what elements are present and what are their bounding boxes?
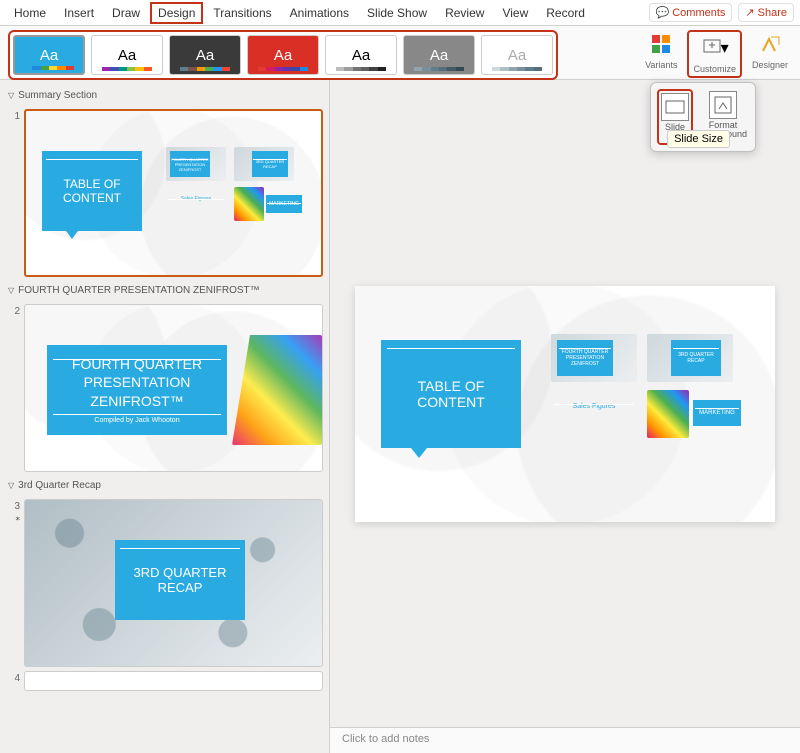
tab-home[interactable]: Home <box>6 2 54 24</box>
format-bg-icon <box>709 91 737 119</box>
theme-gallery: Aa Aa Aa Aa Aa Aa Aa <box>8 30 558 80</box>
slide-thumb-3[interactable]: 3RD QUARTER RECAP <box>24 499 323 667</box>
theme-7[interactable]: Aa <box>481 35 553 75</box>
slide-size-tooltip: Slide Size <box>667 130 730 148</box>
slide-thumb-2[interactable]: FOURTH QUARTER PRESENTATION ZENIFROST™ C… <box>24 304 323 472</box>
slide-panel[interactable]: ▽Summary Section 1 TABLE OF CONTENT FOUR… <box>0 80 330 753</box>
tab-insert[interactable]: Insert <box>56 2 102 24</box>
tab-animations[interactable]: Animations <box>282 2 357 24</box>
slide-thumb-1[interactable]: TABLE OF CONTENT FOURTH QUARTER PRESENTA… <box>24 109 323 277</box>
toc-main-box: TABLE OF CONTENT <box>381 340 521 448</box>
transition-star-icon: ⁎ <box>16 512 21 523</box>
variants-icon <box>647 30 675 58</box>
slide-canvas[interactable]: TABLE OF CONTENT FOURTH QUARTER PRESENTA… <box>355 286 775 522</box>
theme-6[interactable]: Aa <box>403 35 475 75</box>
toc-box: TABLE OF CONTENT <box>42 151 142 231</box>
slide-number: 1 <box>6 109 20 122</box>
slide-number: 4 <box>6 671 20 684</box>
share-button[interactable]: ↗ Share <box>738 3 794 22</box>
customize-icon: ▾ <box>701 34 729 62</box>
slide-number: 3 <box>14 499 20 512</box>
ribbon-design-panel: Aa Aa Aa Aa Aa Aa Aa Variants ▾ Customiz… <box>0 26 800 80</box>
chevron-down-icon: ▽ <box>8 286 14 295</box>
tab-slideshow[interactable]: Slide Show <box>359 2 435 24</box>
theme-4[interactable]: Aa <box>247 35 319 75</box>
designer-group[interactable]: Designer <box>748 30 792 70</box>
comment-icon: 💬 <box>656 6 670 19</box>
section-3rd-quarter[interactable]: ▽3rd Quarter Recap <box>4 474 325 497</box>
recap-box: 3RD QUARTER RECAP <box>115 540 245 620</box>
theme-1[interactable]: Aa <box>13 35 85 75</box>
section-summary[interactable]: ▽Summary Section <box>4 84 325 107</box>
tab-design[interactable]: Design <box>150 2 203 24</box>
comments-button[interactable]: 💬 Comments <box>649 3 733 22</box>
theme-2[interactable]: Aa <box>91 35 163 75</box>
customize-group[interactable]: ▾ Customize <box>687 30 742 78</box>
designer-icon <box>756 30 784 58</box>
ribbon-tabs: Home Insert Draw Design Transitions Anim… <box>0 0 800 26</box>
title-box: FOURTH QUARTER PRESENTATION ZENIFROST™ C… <box>47 345 227 435</box>
theme-5[interactable]: Aa <box>325 35 397 75</box>
slide-thumb-4[interactable] <box>24 671 323 691</box>
slide-size-icon <box>661 93 689 121</box>
share-icon: ↗ <box>745 6 754 19</box>
tab-record[interactable]: Record <box>538 2 593 24</box>
slide-number: 2 <box>6 304 20 317</box>
chevron-down-icon: ▽ <box>8 91 14 100</box>
tab-transitions[interactable]: Transitions <box>205 2 279 24</box>
variants-group[interactable]: Variants <box>641 30 681 70</box>
tab-draw[interactable]: Draw <box>104 2 148 24</box>
notes-placeholder[interactable]: Click to add notes <box>330 727 800 753</box>
tab-review[interactable]: Review <box>437 2 492 24</box>
theme-3[interactable]: Aa <box>169 35 241 75</box>
chevron-down-icon: ▽ <box>8 481 14 490</box>
tab-view[interactable]: View <box>494 2 536 24</box>
section-fourth-quarter[interactable]: ▽FOURTH QUARTER PRESENTATION ZENIFROST™ <box>4 279 325 302</box>
slide-editor: TABLE OF CONTENT FOURTH QUARTER PRESENTA… <box>330 80 800 753</box>
